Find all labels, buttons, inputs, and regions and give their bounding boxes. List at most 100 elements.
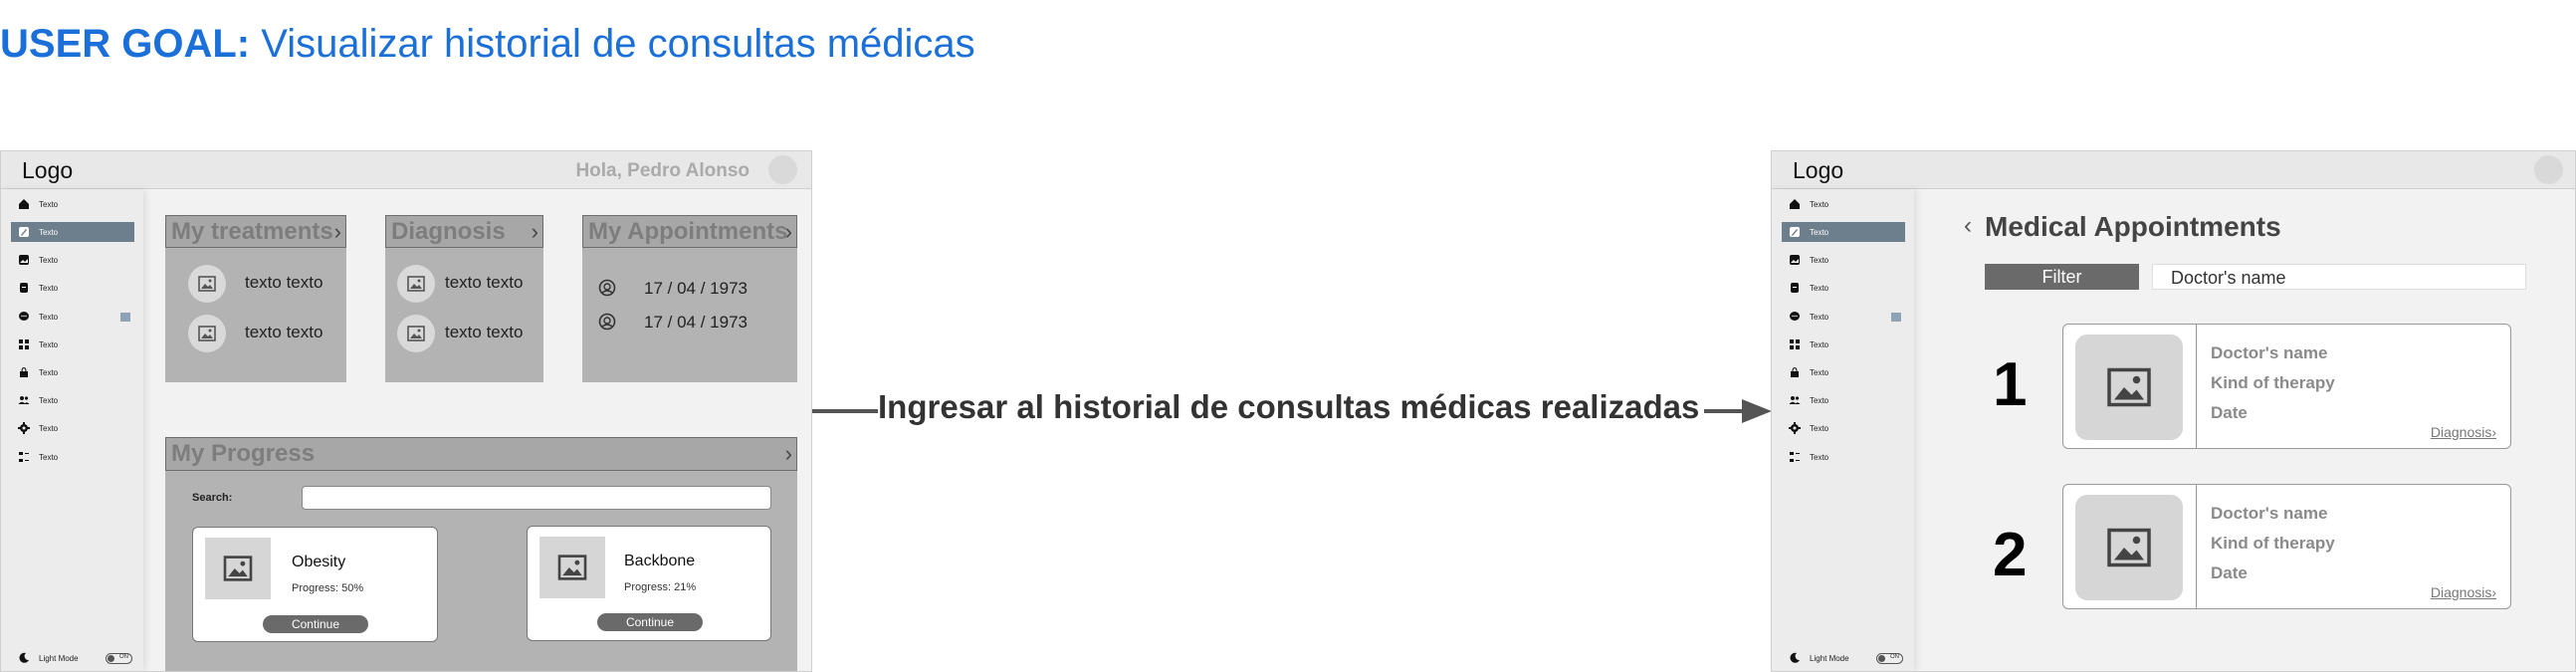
- progress-header[interactable]: My Progress ›: [165, 437, 797, 471]
- logo[interactable]: Logo: [1793, 157, 1843, 184]
- layout-icon: [18, 451, 30, 463]
- sidebar-item-label: Texto: [39, 452, 59, 462]
- chevron-right-icon[interactable]: ›: [785, 438, 792, 469]
- arrow-line: [812, 409, 878, 413]
- calendar-clock-icon: [598, 313, 616, 331]
- diagnosis-title: Diagnosis: [391, 218, 506, 245]
- edit-icon: [18, 226, 30, 238]
- continue-button[interactable]: Continue: [597, 613, 703, 631]
- sidebar-item[interactable]: Texto: [1782, 222, 1905, 242]
- logo[interactable]: Logo: [22, 157, 73, 184]
- avatar[interactable]: [2534, 155, 2563, 184]
- sidebar-item-label: Texto: [1810, 339, 1829, 349]
- light-mode-toggle[interactable]: ON: [106, 653, 132, 664]
- card-divider: [2196, 325, 2197, 448]
- sidebar-item-label: Texto: [39, 367, 59, 377]
- card-title: Backbone: [624, 553, 696, 569]
- sidebar-item[interactable]: Texto: [11, 194, 134, 214]
- edit-icon: [1789, 226, 1801, 238]
- sidebar-item[interactable]: Texto: [1782, 447, 1905, 467]
- progress-panel: My Progress › Search: Obesity Progress: …: [165, 437, 797, 671]
- search-input[interactable]: [302, 486, 771, 510]
- therapy-kind: Kind of therapy: [2211, 373, 2335, 392]
- diagnosis-link[interactable]: Diagnosis›: [2431, 424, 2496, 440]
- sidebar-item[interactable]: Texto: [11, 418, 134, 438]
- sidebar-item[interactable]: Texto: [1782, 307, 1905, 327]
- sidebar-item[interactable]: Texto: [1782, 250, 1905, 270]
- light-mode-toggle-row: Light Mode ON: [1782, 648, 1905, 668]
- sidebar-item-label: Texto: [1810, 395, 1829, 405]
- light-mode-toggle[interactable]: ON: [1876, 653, 1903, 664]
- home-icon: [18, 198, 30, 210]
- top-bar: Logo Hola, Pedro Alonso: [1, 151, 811, 189]
- layout-icon: [1789, 451, 1801, 463]
- appointment-number: 1: [1993, 350, 2028, 419]
- therapy-kind: Kind of therapy: [2211, 534, 2335, 553]
- sidebar-item[interactable]: Texto: [1782, 278, 1905, 298]
- avatar[interactable]: [768, 155, 797, 184]
- progress-card[interactable]: Backbone Progress: 21% Continue: [527, 526, 771, 641]
- toggle-state: ON: [119, 654, 128, 660]
- chevron-right-icon[interactable]: ›: [785, 216, 792, 247]
- treatments-header[interactable]: My treatments ›: [165, 215, 346, 248]
- appointment-card[interactable]: Doctor's name Kind of therapy Date Diagn…: [2062, 484, 2511, 609]
- doctor-name-filter-input[interactable]: Doctor's name: [2152, 264, 2526, 290]
- calendar-clock-icon: [598, 279, 616, 297]
- treatments-panel: My treatments › texto texto texto texto: [165, 215, 346, 382]
- notification-badge: [120, 313, 130, 322]
- moon-icon: [18, 652, 30, 664]
- diagnosis-header[interactable]: Diagnosis ›: [385, 215, 543, 248]
- diagnosis-link[interactable]: Diagnosis›: [2431, 584, 2496, 600]
- sidebar-item[interactable]: Texto: [11, 250, 134, 270]
- back-chevron-icon[interactable]: ‹: [1964, 212, 1972, 240]
- diagnosis-item: texto texto: [445, 273, 524, 292]
- appointment-date: Date: [2211, 403, 2248, 422]
- grid-icon: [1789, 338, 1801, 350]
- sidebar-item[interactable]: Texto: [1782, 390, 1905, 410]
- treatment-item: texto texto: [245, 273, 323, 292]
- sidebar-item[interactable]: Texto: [11, 222, 134, 242]
- sidebar-item[interactable]: Texto: [1782, 418, 1905, 438]
- user-goal-heading: USER GOAL: Visualizar historial de consu…: [0, 22, 975, 67]
- bag-icon: [18, 366, 30, 378]
- image-placeholder-icon: [205, 538, 271, 599]
- progress-card[interactable]: Obesity Progress: 50% Continue: [192, 527, 438, 642]
- search-label: Search:: [192, 492, 233, 504]
- sidebar-item[interactable]: Texto: [11, 362, 134, 382]
- appointment-card[interactable]: Doctor's name Kind of therapy Date Diagn…: [2062, 324, 2511, 449]
- sidebar-item[interactable]: Texto: [1782, 362, 1905, 382]
- sidebar-item-label: Texto: [1810, 255, 1829, 265]
- image-placeholder-icon: [2075, 495, 2183, 600]
- card-progress: Progress: 50%: [292, 582, 364, 594]
- arrow-head-icon: [1742, 399, 1772, 423]
- sidebar-item-label: Texto: [1810, 227, 1829, 237]
- sidebar-item-label: Texto: [39, 255, 59, 265]
- appointment-date: 17 / 04 / 1973: [644, 279, 748, 298]
- sidebar-item-label: Texto: [1810, 199, 1829, 209]
- chevron-right-icon[interactable]: ›: [334, 216, 341, 247]
- sidebar-item[interactable]: Texto: [1782, 335, 1905, 354]
- sidebar-item-label: Texto: [39, 423, 59, 433]
- notification-badge: [1891, 313, 1901, 322]
- treatment-item: texto texto: [245, 323, 323, 341]
- sidebar-item[interactable]: Texto: [1782, 194, 1905, 214]
- greeting: Hola, Pedro Alonso: [575, 160, 750, 181]
- sidebar-item[interactable]: Texto: [11, 447, 134, 467]
- card-divider: [2196, 485, 2197, 608]
- sidebar-item[interactable]: Texto: [11, 335, 134, 354]
- doctor-name: Doctor's name: [2211, 343, 2328, 362]
- sidebar-item-label: Texto: [1810, 283, 1829, 293]
- sidebar-item[interactable]: Texto: [11, 390, 134, 410]
- continue-button[interactable]: Continue: [263, 615, 368, 633]
- chevron-right-icon[interactable]: ›: [532, 216, 538, 247]
- bag-icon: [1789, 366, 1801, 378]
- image-placeholder-icon: [2075, 335, 2183, 440]
- sidebar-item[interactable]: Texto: [11, 307, 134, 327]
- sidebar-item[interactable]: Texto: [11, 278, 134, 298]
- users-icon: [18, 394, 30, 406]
- appointments-header[interactable]: My Appointments ›: [582, 215, 797, 248]
- appointments-title: My Appointments: [588, 218, 788, 245]
- card-progress: Progress: 21%: [624, 581, 697, 593]
- filter-button[interactable]: Filter: [1985, 264, 2139, 290]
- diagnosis-panel: Diagnosis › texto texto texto texto: [385, 215, 543, 382]
